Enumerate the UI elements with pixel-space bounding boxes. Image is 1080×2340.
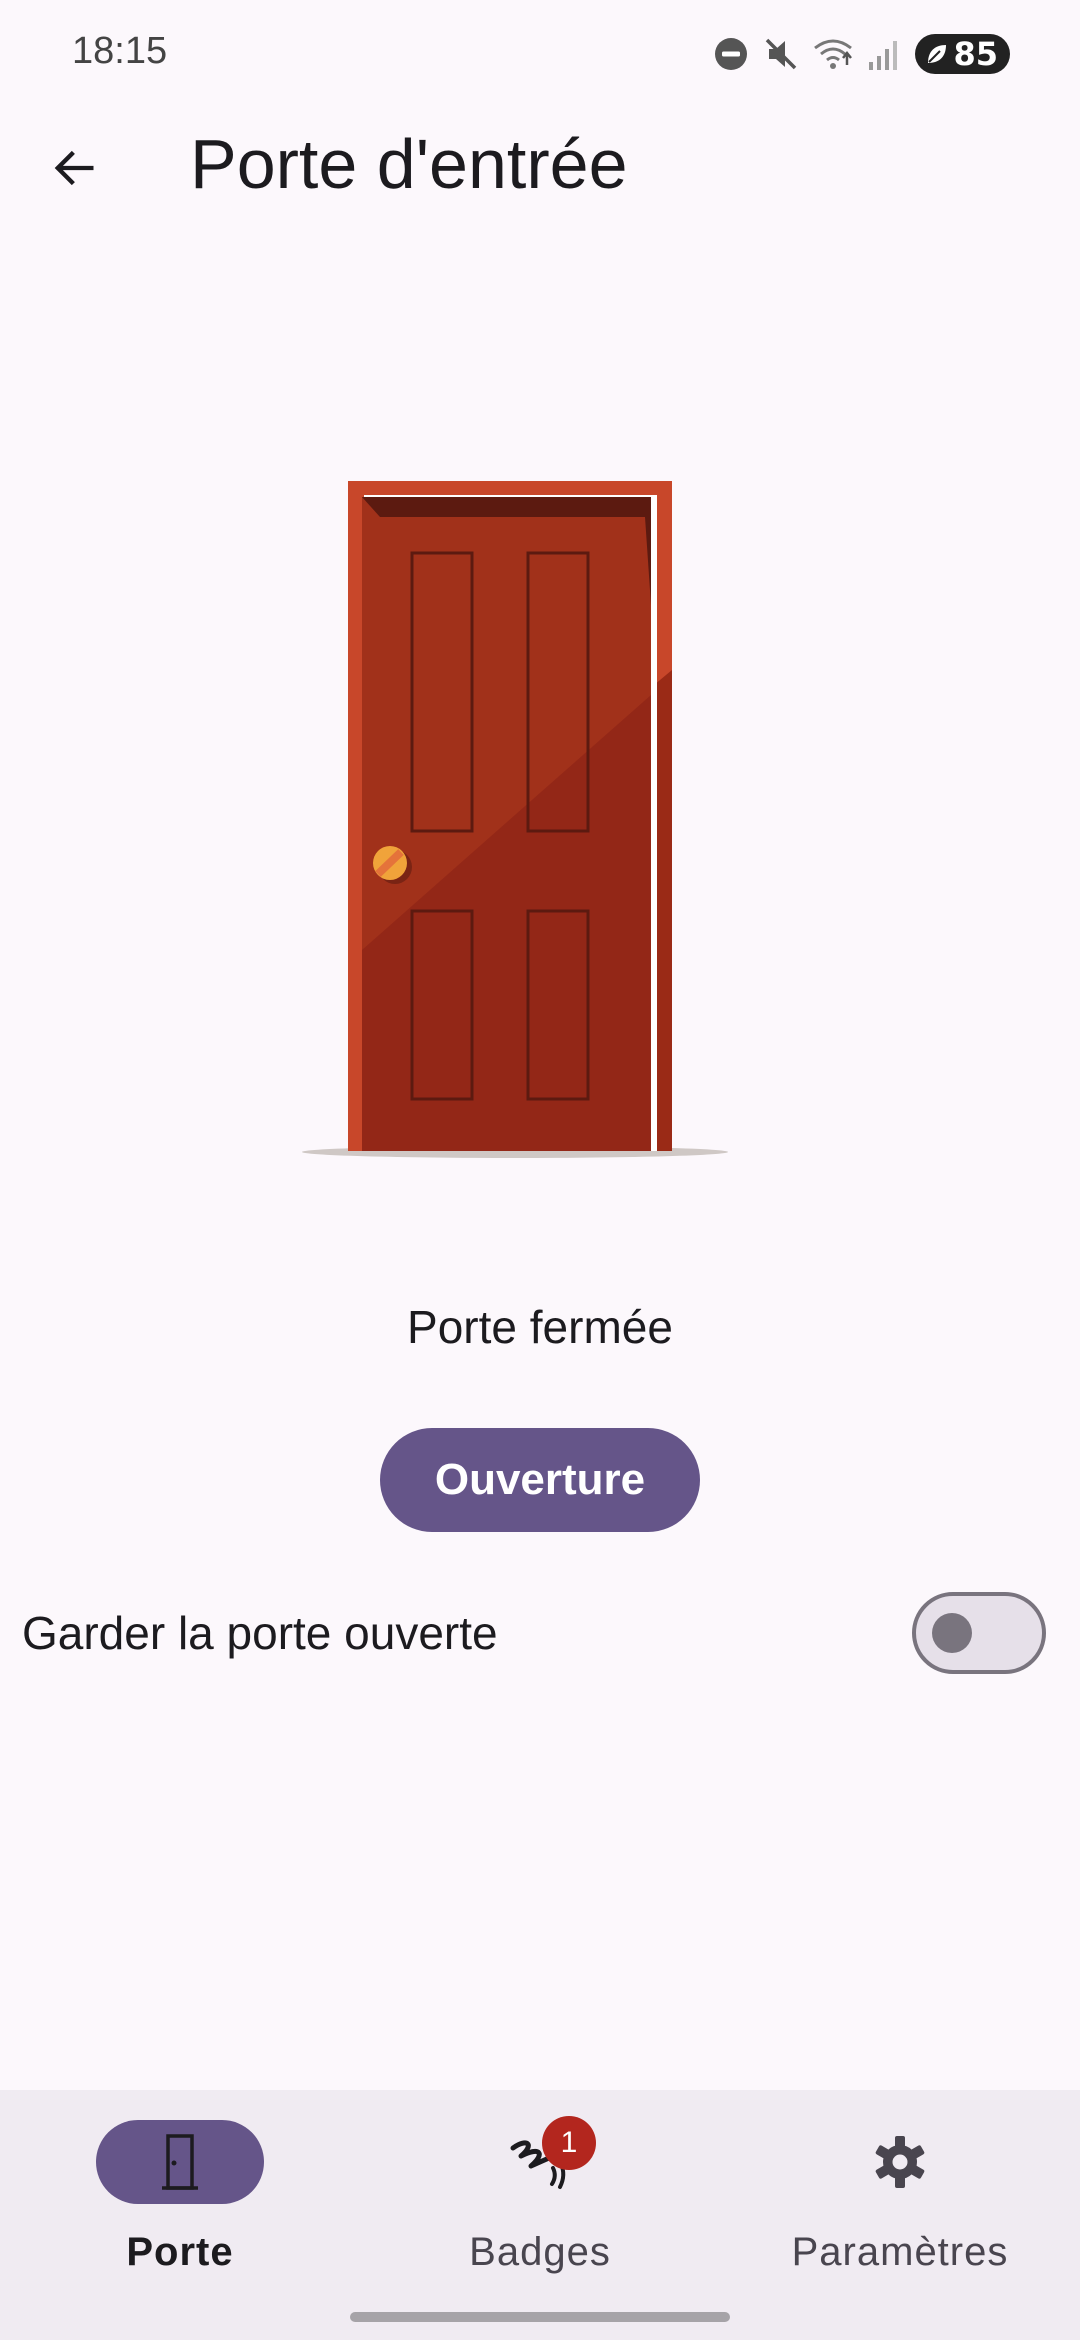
door-icon xyxy=(140,2122,220,2202)
back-button[interactable] xyxy=(34,128,114,208)
gear-icon xyxy=(860,2122,940,2202)
nav-item-porte[interactable]: Porte xyxy=(0,2120,360,2290)
nav-label-parametres: Paramètres xyxy=(791,2230,1009,2274)
status-bar: 18:15 85 xyxy=(0,0,1080,110)
nav-item-badges[interactable]: Badges xyxy=(360,2120,720,2290)
leaf-icon xyxy=(928,45,947,63)
battery-level: 85 xyxy=(953,35,998,73)
home-indicator[interactable] xyxy=(350,2312,730,2322)
signal-icon xyxy=(869,41,898,70)
nav-label-badges: Badges xyxy=(469,2230,611,2274)
open-door-button[interactable]: Ouverture xyxy=(380,1428,700,1532)
status-time: 18:15 xyxy=(72,30,168,72)
do-not-disturb-icon xyxy=(715,38,748,70)
nav-label-porte: Porte xyxy=(126,2230,234,2274)
wifi-icon xyxy=(814,39,853,69)
door-illustration xyxy=(302,481,728,1158)
notification-badge: 1 xyxy=(542,2116,596,2170)
battery-icon: 85 xyxy=(915,34,1010,74)
nav-item-parametres[interactable]: Paramètres xyxy=(720,2120,1080,2290)
keep-open-row: Garder la porte ouverte xyxy=(0,1580,1080,1690)
arrow-back-icon xyxy=(54,150,94,186)
bottom-nav: Porte Badges 1 Paramètres xyxy=(0,2090,1080,2340)
keep-open-toggle[interactable] xyxy=(912,1592,1046,1674)
door-status: Porte fermée xyxy=(407,1301,673,1353)
mute-icon xyxy=(766,38,797,70)
toggle-knob xyxy=(932,1613,972,1653)
app-bar: Porte d'entrée xyxy=(0,110,1080,220)
keep-open-label: Garder la porte ouverte xyxy=(22,1607,498,1659)
status-icons: 85 xyxy=(713,32,1010,76)
page-title: Porte d'entrée xyxy=(190,125,628,203)
